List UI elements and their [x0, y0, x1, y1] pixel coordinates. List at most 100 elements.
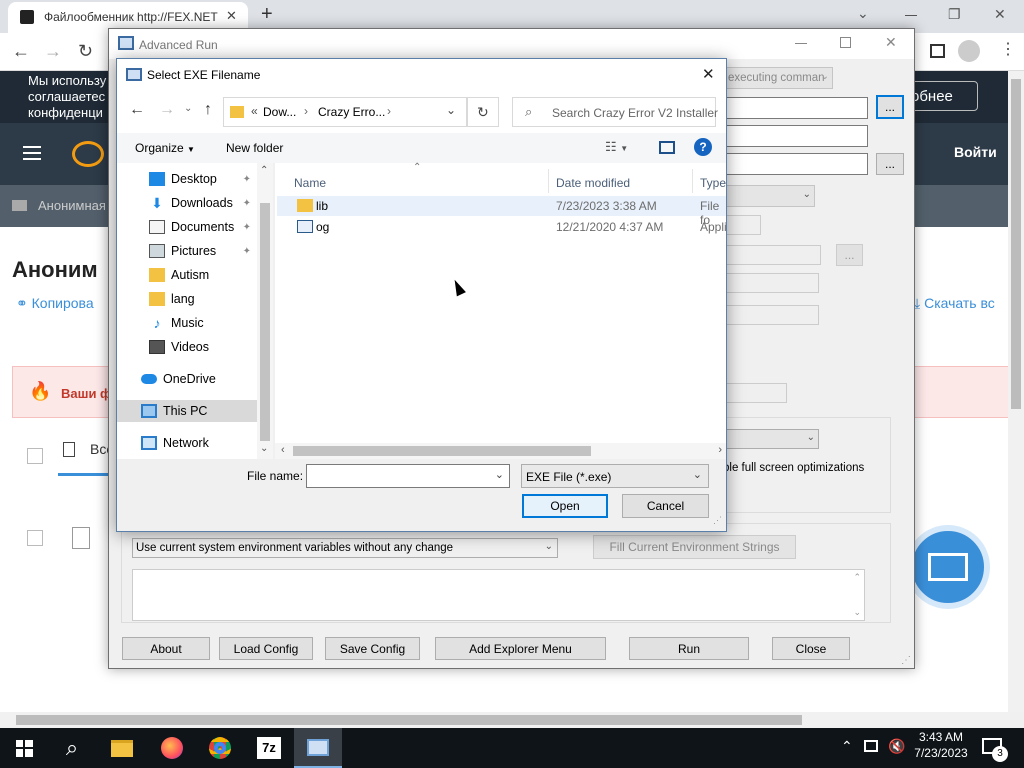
arguments-input[interactable]: [723, 125, 868, 147]
page-horizontal-scrollbar[interactable]: [0, 712, 1010, 728]
column-header-type[interactable]: Type: [700, 176, 726, 190]
profile-avatar-icon[interactable]: [958, 40, 980, 62]
scroll-thumb[interactable]: [1011, 79, 1021, 409]
network-status-icon[interactable]: [864, 740, 878, 752]
file-row[interactable]: og 12/21/2020 4:37 AM Appli: [277, 217, 727, 237]
run-button[interactable]: Run: [629, 637, 749, 660]
show-hidden-icons-icon[interactable]: ⌃: [841, 738, 853, 755]
tab-search-icon[interactable]: ⌄: [857, 5, 869, 22]
save-config-button[interactable]: Save Config: [325, 637, 420, 660]
download-all-link[interactable]: ⤓ Скачать вс: [914, 295, 995, 312]
breadcrumb-crazy-error[interactable]: Crazy Erro...: [318, 105, 385, 119]
nav-documents[interactable]: Documents ✦: [117, 216, 257, 238]
window-minimize-button[interactable]: [905, 15, 917, 16]
hamburger-menu-icon[interactable]: [23, 146, 41, 160]
window-state-select[interactable]: ⌄: [723, 185, 815, 207]
site-logo-icon[interactable]: [72, 141, 104, 167]
open-button[interactable]: Open: [522, 494, 608, 518]
close-button[interactable]: Close: [772, 637, 850, 660]
copy-link[interactable]: ⚭ Копирова: [16, 295, 94, 312]
recent-locations-icon[interactable]: ⌄: [184, 103, 192, 114]
page-vertical-scrollbar[interactable]: [1008, 71, 1024, 712]
clock[interactable]: 3:43 AM 7/23/2023: [908, 730, 974, 760]
back-icon[interactable]: ←: [12, 41, 30, 62]
start-directory-input[interactable]: [723, 153, 868, 175]
preview-pane-icon[interactable]: [659, 141, 675, 154]
nav-autism[interactable]: Autism: [117, 264, 257, 286]
nav-downloads[interactable]: ⬇ Downloads ✦: [117, 192, 257, 214]
textarea-scroll-down-icon[interactable]: ⌄: [853, 607, 861, 618]
column-header-date[interactable]: Date modified: [556, 176, 630, 190]
view-options-icon[interactable]: ☷ ▼: [605, 139, 628, 155]
files-horizontal-scrollbar[interactable]: ‹ ›: [275, 443, 726, 459]
browser-menu-icon[interactable]: ⋮: [1000, 39, 1016, 59]
mail-fab-button[interactable]: [906, 525, 990, 609]
disabled-input-2[interactable]: [723, 305, 819, 325]
breadcrumb-item[interactable]: Анонимная: [38, 198, 106, 213]
volume-muted-icon[interactable]: 🔇: [888, 738, 905, 755]
scroll-thumb[interactable]: [16, 715, 802, 725]
scroll-thumb[interactable]: [293, 446, 591, 456]
advanced-run-taskbar-button[interactable]: [294, 728, 342, 768]
scroll-thumb[interactable]: [260, 203, 270, 441]
sidepanel-icon[interactable]: [930, 44, 945, 58]
row-checkbox[interactable]: [27, 530, 43, 546]
environment-textarea[interactable]: ⌃ ⌄: [132, 569, 865, 621]
organize-menu[interactable]: Organize ▼: [135, 141, 195, 155]
notification-center-button[interactable]: 3: [982, 738, 1008, 762]
exec-mode-select[interactable]: executing comman ⌄: [723, 67, 833, 89]
browse-directory-button[interactable]: ...: [876, 153, 904, 175]
nav-network[interactable]: Network: [117, 432, 257, 454]
firefox-taskbar-button[interactable]: [148, 728, 196, 768]
load-config-button[interactable]: Load Config: [219, 637, 313, 660]
adv-close-button[interactable]: ✕: [885, 34, 897, 51]
file-row[interactable]: lib 7/23/2023 3:38 AM File fo: [277, 196, 726, 227]
disabled-browse-button[interactable]: ...: [836, 244, 863, 266]
chrome-taskbar-button[interactable]: [196, 728, 244, 768]
program-path-input[interactable]: [723, 97, 868, 119]
scroll-up-icon[interactable]: ⌃: [260, 165, 268, 176]
cancel-button[interactable]: Cancel: [622, 494, 709, 518]
start-button[interactable]: [0, 728, 48, 768]
help-icon[interactable]: ?: [694, 138, 712, 156]
chevron-down-icon[interactable]: ⌄: [495, 468, 504, 481]
tab-close-icon[interactable]: ✕: [226, 8, 237, 24]
disabled-input-3[interactable]: [723, 383, 787, 403]
up-folder-icon[interactable]: ↑: [204, 101, 212, 119]
breadcrumb-downloads[interactable]: Dow...: [263, 105, 296, 119]
nav-videos[interactable]: Videos: [117, 336, 257, 358]
disabled-input-1[interactable]: [723, 273, 819, 293]
nav-desktop[interactable]: Desktop ✦: [117, 168, 257, 190]
forward-icon[interactable]: →: [159, 101, 175, 119]
resize-grip-icon[interactable]: ⋰: [713, 515, 722, 526]
select-all-checkbox[interactable]: [27, 448, 43, 464]
search-button[interactable]: ⌕: [48, 728, 96, 768]
file-name-input[interactable]: ⌄: [306, 464, 510, 488]
address-path[interactable]: « Dow... › Crazy Erro... › ⌄: [223, 97, 467, 127]
scroll-left-icon[interactable]: ‹: [281, 444, 285, 456]
nav-music[interactable]: ♪ Music: [117, 312, 257, 334]
nav-vertical-scrollbar[interactable]: ⌃ ⌄: [257, 163, 273, 459]
scroll-right-icon[interactable]: ›: [718, 444, 722, 456]
7zip-taskbar-button[interactable]: 7z: [245, 728, 293, 768]
environment-select[interactable]: Use current system environment variables…: [132, 538, 558, 558]
priority-input[interactable]: [723, 215, 761, 235]
login-link[interactable]: Войти: [954, 144, 997, 160]
dialog-close-button[interactable]: ✕: [702, 65, 715, 83]
address-dropdown-icon[interactable]: ⌄: [446, 103, 456, 117]
fill-environment-button[interactable]: Fill Current Environment Strings: [593, 535, 796, 559]
window-close-button[interactable]: ✕: [994, 6, 1006, 23]
add-explorer-menu-button[interactable]: Add Explorer Menu: [435, 637, 606, 660]
browse-program-button[interactable]: ...: [876, 95, 904, 119]
new-folder-button[interactable]: New folder: [226, 141, 283, 155]
column-header-name[interactable]: Name: [294, 176, 326, 190]
reload-icon[interactable]: ↻: [78, 41, 93, 62]
refresh-button[interactable]: ↻: [467, 97, 499, 127]
search-input[interactable]: ⌕ Search Crazy Error V2 Installer: [512, 97, 718, 127]
nav-pictures[interactable]: Pictures ✦: [117, 240, 257, 262]
file-type-select[interactable]: EXE File (*.exe) ⌄: [521, 464, 709, 488]
nav-this-pc[interactable]: This PC: [117, 400, 257, 422]
textarea-scroll-up-icon[interactable]: ⌃: [853, 572, 861, 583]
adv-minimize-button[interactable]: [795, 43, 807, 44]
forward-icon[interactable]: →: [44, 41, 62, 62]
